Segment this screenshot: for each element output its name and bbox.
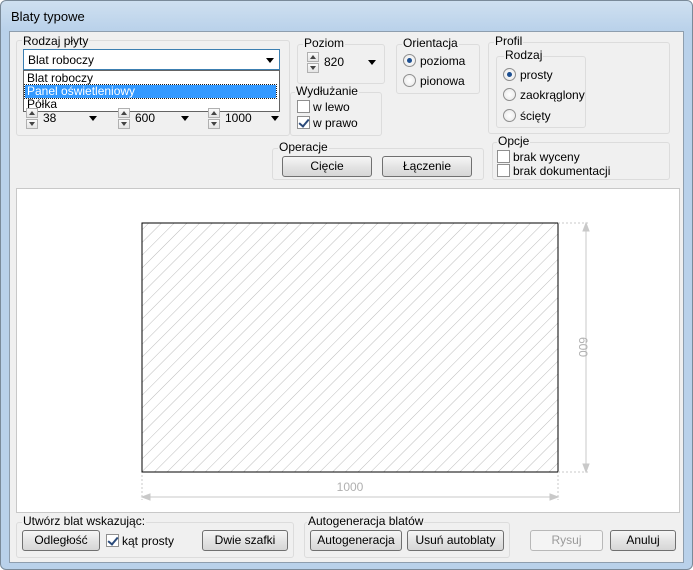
dialog-window: Blaty typowe Rodzaj płyty Blat roboczy B…: [0, 0, 693, 570]
title-bar[interactable]: Blaty typowe: [1, 1, 692, 31]
thickness-spinner[interactable]: [26, 108, 38, 129]
kat-prosty-checkbox[interactable]: [106, 534, 119, 547]
spin-up-icon[interactable]: [118, 108, 130, 118]
length-spinner[interactable]: [208, 108, 220, 129]
odleglosc-button[interactable]: Odległość: [22, 530, 100, 551]
chevron-down-icon: [89, 116, 97, 121]
autogeneracja-button[interactable]: Autogeneracja: [310, 530, 402, 551]
pionowa-radio[interactable]: [403, 74, 416, 87]
depth-spinner[interactable]: [118, 108, 130, 129]
rodzaj-combo[interactable]: Blat roboczy: [23, 49, 280, 70]
poziom-label: Poziom: [303, 36, 346, 50]
brak-wyceny-label: brak wyceny: [513, 150, 580, 164]
chevron-down-icon: [368, 60, 376, 65]
preview-canvas[interactable]: 1000 600: [16, 188, 680, 513]
dialog-client: Rodzaj płyty Blat roboczy Blat roboczy P…: [9, 31, 684, 563]
brak-dokumentacji-label: brak dokumentacji: [513, 164, 611, 178]
w-prawo-checkbox[interactable]: [297, 116, 310, 129]
depth-value[interactable]: 600: [133, 108, 191, 129]
preview-drawing: 1000 600: [140, 221, 590, 501]
chevron-down-icon: [181, 116, 189, 121]
laczenie-button[interactable]: Łączenie: [382, 156, 472, 177]
prosty-radio[interactable]: [503, 68, 516, 81]
pionowa-label: pionowa: [420, 74, 465, 88]
poziom-spinner[interactable]: [307, 52, 319, 73]
operacje-label: Operacje: [278, 140, 329, 154]
dropdown-option-selected[interactable]: Panel oświetleniowy: [24, 84, 277, 99]
window-title: Blaty typowe: [11, 9, 85, 24]
pozioma-label: pozioma: [420, 54, 466, 68]
sciety-label: ścięty: [520, 109, 551, 123]
rodzaj-selected: Blat roboczy: [28, 53, 95, 67]
dwie-szafki-button[interactable]: Dwie szafki: [202, 530, 288, 551]
width-dimension-label: 1000: [337, 480, 364, 494]
utworz-label: Utwórz blat wskazując:: [22, 514, 147, 528]
poziom-value[interactable]: 820: [322, 52, 378, 73]
spin-down-icon[interactable]: [208, 119, 220, 129]
zaokraglony-label: zaokrąglony: [520, 88, 585, 102]
brak-wyceny-checkbox[interactable]: [497, 150, 510, 163]
thickness-value[interactable]: 38: [41, 108, 99, 129]
profil-rodzaj-label: Rodzaj: [504, 48, 544, 62]
spin-down-icon[interactable]: [26, 119, 38, 129]
chevron-down-icon: [271, 116, 279, 121]
w-prawo-label: w prawo: [313, 116, 358, 130]
length-value[interactable]: 1000: [223, 108, 281, 129]
orientacja-label: Orientacja: [402, 36, 459, 50]
opcje-label: Opcje: [497, 134, 531, 148]
rodzaj-dropdown: Blat roboczy Panel oświetleniowy Półka: [23, 70, 280, 112]
zaokraglony-radio[interactable]: [503, 88, 516, 101]
usun-autoblaty-button[interactable]: Usuń autoblaty: [407, 530, 504, 551]
rysuj-button[interactable]: Rysuj: [530, 530, 603, 551]
spin-up-icon[interactable]: [307, 52, 319, 62]
prosty-label: prosty: [520, 68, 553, 82]
ciecie-button[interactable]: Cięcie: [282, 156, 372, 177]
worktop-shape: [141, 222, 559, 473]
kat-prosty-label: kąt prosty: [122, 534, 175, 548]
profil-label: Profil: [494, 34, 524, 48]
wydluzanie-label: Wydłużanie: [295, 84, 359, 98]
pozioma-radio[interactable]: [403, 54, 416, 67]
chevron-down-icon: [266, 58, 274, 63]
spin-up-icon[interactable]: [208, 108, 220, 118]
w-lewo-checkbox[interactable]: [297, 100, 310, 113]
autogen-label: Autogeneracja blatów: [307, 514, 425, 528]
spin-down-icon[interactable]: [307, 63, 319, 73]
brak-dokumentacji-checkbox[interactable]: [497, 164, 510, 177]
anuluj-button[interactable]: Anuluj: [610, 530, 676, 551]
sciety-radio[interactable]: [503, 109, 516, 122]
spin-up-icon[interactable]: [26, 108, 38, 118]
spin-down-icon[interactable]: [118, 119, 130, 129]
height-dimension-label: 600: [576, 337, 590, 357]
rodzaj-label: Rodzaj płyty: [22, 34, 90, 48]
w-lewo-label: w lewo: [313, 100, 350, 114]
